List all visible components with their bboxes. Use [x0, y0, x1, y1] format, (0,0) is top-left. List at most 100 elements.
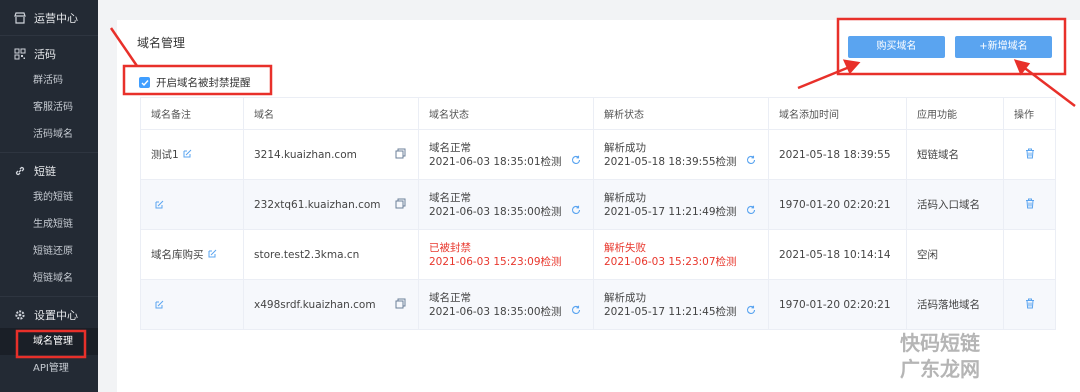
link-icon	[14, 165, 26, 177]
status-time: 2021-06-03 15:23:09检测	[429, 255, 562, 268]
domain-cell: x498srdf.kuaizhan.com	[243, 279, 419, 330]
sidebar-item-livecode-domain[interactable]: 活码域名	[0, 121, 98, 148]
edit-icon[interactable]	[155, 300, 164, 312]
function-cell: 活码落地域名	[906, 279, 1004, 330]
watermark-line: 广东龙网	[900, 357, 980, 381]
edit-icon[interactable]	[155, 200, 164, 212]
refresh-icon[interactable]	[571, 205, 581, 219]
block-alert-toggle[interactable]: 开启域名被封禁提醒	[139, 75, 251, 90]
added-time-cell: 2021-05-18 18:39:55	[768, 129, 907, 180]
action-cell	[1003, 279, 1056, 330]
function-cell: 短链域名	[906, 129, 1004, 180]
note-cell: 域名库购买	[140, 229, 244, 280]
shop-icon	[14, 11, 26, 24]
action-cell	[1003, 229, 1056, 280]
sidebar-group-operations[interactable]: 运营中心	[0, 4, 98, 31]
sidebar: 运营中心 活码 群活码 客服活码 活码域名 短链 我的短链 生成短链 短链还原 …	[0, 0, 98, 392]
parse-cell: 解析失败 2021-06-03 15:23:07检测	[593, 229, 769, 280]
note-cell	[140, 279, 244, 330]
note-text: 域名库购买	[151, 249, 204, 261]
column-header: 操作	[1003, 97, 1056, 130]
status-text: 域名正常	[429, 191, 471, 204]
sidebar-group-label: 运营中心	[34, 11, 78, 25]
parse-cell: 解析成功 2021-05-17 11:21:49检测	[593, 179, 769, 230]
parse-cell: 解析成功 2021-05-18 18:39:55检测	[593, 129, 769, 180]
column-header: 域名	[243, 97, 419, 130]
parse-text: 解析失败	[604, 241, 646, 254]
column-header: 域名状态	[418, 97, 594, 130]
function-cell: 空闲	[906, 229, 1004, 280]
table-row: 域名库购买 store.test2.3kma.cn 已被封禁 2021-06-03…	[140, 229, 1056, 280]
note-cell: 测试1	[140, 129, 244, 180]
table-row: x498srdf.kuaizhan.com 域名正常 2021-06-03 18:…	[140, 279, 1056, 330]
qrcode-icon	[14, 48, 26, 60]
table-row: 232xtq61.kuaizhan.com 域名正常 2021-06-03 18:…	[140, 179, 1056, 230]
status-time: 2021-06-03 18:35:00检测	[429, 205, 562, 218]
table-header-row: 域名备注 域名 域名状态 解析状态 域名添加时间 应用功能 操作	[140, 97, 1056, 130]
refresh-icon[interactable]	[746, 205, 756, 219]
status-text: 已被封禁	[429, 241, 471, 254]
delete-icon[interactable]	[1025, 298, 1035, 312]
column-header: 解析状态	[593, 97, 769, 130]
sidebar-group-label: 活码	[34, 47, 56, 61]
watermark-line: 快码短链	[900, 331, 980, 355]
added-time-cell: 1970-01-20 02:20:21	[768, 279, 907, 330]
sidebar-item-group-livecode[interactable]: 群活码	[0, 67, 98, 94]
domain-text: store.test2.3kma.cn	[254, 248, 360, 261]
sidebar-item-restore-shortlink[interactable]: 短链还原	[0, 238, 98, 265]
refresh-icon[interactable]	[746, 305, 756, 319]
domain-cell: 3214.kuaizhan.com	[243, 129, 419, 180]
gear-icon	[14, 309, 26, 321]
domain-cell: store.test2.3kma.cn	[243, 229, 419, 280]
parse-text: 解析成功	[604, 291, 646, 304]
add-domain-button[interactable]: +新增域名	[955, 36, 1052, 58]
sidebar-group-livecode[interactable]: 活码	[0, 40, 98, 67]
domain-text: 232xtq61.kuaizhan.com	[254, 198, 381, 211]
sidebar-item-shortlink-domain[interactable]: 短链域名	[0, 265, 98, 292]
delete-icon[interactable]	[1025, 198, 1035, 212]
copy-icon[interactable]	[395, 148, 406, 162]
column-header: 域名添加时间	[768, 97, 907, 130]
status-cell: 域名正常 2021-06-03 18:35:00检测	[418, 179, 594, 230]
table-row: 测试1 3214.kuaizhan.com 域名正常 2021-06-03 18:…	[140, 129, 1056, 180]
added-time-cell: 2021-05-18 10:14:14	[768, 229, 907, 280]
checkbox-label: 开启域名被封禁提醒	[156, 77, 251, 89]
buy-domain-button[interactable]: 购买域名	[848, 36, 945, 58]
added-time-cell: 1970-01-20 02:20:21	[768, 179, 907, 230]
parse-time: 2021-05-17 11:21:45检测	[604, 305, 737, 318]
sidebar-divider	[0, 152, 98, 153]
watermark: 快码短链 广东龙网	[900, 330, 980, 382]
copy-icon[interactable]	[395, 298, 406, 312]
refresh-icon[interactable]	[571, 155, 581, 169]
sidebar-item-service-livecode[interactable]: 客服活码	[0, 94, 98, 121]
domain-text: 3214.kuaizhan.com	[254, 148, 357, 161]
parse-text: 解析成功	[604, 141, 646, 154]
action-cell	[1003, 129, 1056, 180]
checkbox-checked-icon[interactable]	[139, 77, 150, 88]
parse-cell: 解析成功 2021-05-17 11:21:45检测	[593, 279, 769, 330]
edit-icon[interactable]	[208, 249, 217, 261]
refresh-icon[interactable]	[571, 305, 581, 319]
action-cell	[1003, 179, 1056, 230]
parse-text: 解析成功	[604, 191, 646, 204]
parse-time: 2021-05-17 11:21:49检测	[604, 205, 737, 218]
status-cell: 域名正常 2021-06-03 18:35:00检测	[418, 279, 594, 330]
sidebar-group-shortlink[interactable]: 短链	[0, 157, 98, 184]
delete-icon[interactable]	[1025, 148, 1035, 162]
status-time: 2021-06-03 18:35:01检测	[429, 155, 562, 168]
status-text: 域名正常	[429, 291, 471, 304]
sidebar-item-domain-management[interactable]: 域名管理	[0, 328, 98, 355]
sidebar-item-create-shortlink[interactable]: 生成短链	[0, 211, 98, 238]
status-text: 域名正常	[429, 141, 471, 154]
sidebar-item-api-management[interactable]: API管理	[0, 355, 98, 382]
edit-icon[interactable]	[183, 149, 192, 161]
column-header: 应用功能	[906, 97, 1004, 130]
refresh-icon[interactable]	[746, 155, 756, 169]
sidebar-item-my-shortlinks[interactable]: 我的短链	[0, 184, 98, 211]
copy-icon[interactable]	[395, 198, 406, 212]
parse-time: 2021-05-18 18:39:55检测	[604, 155, 737, 168]
sidebar-group-label: 设置中心	[34, 308, 78, 322]
sidebar-group-settings[interactable]: 设置中心	[0, 301, 98, 328]
page-title: 域名管理	[137, 36, 186, 50]
column-header: 域名备注	[140, 97, 244, 130]
